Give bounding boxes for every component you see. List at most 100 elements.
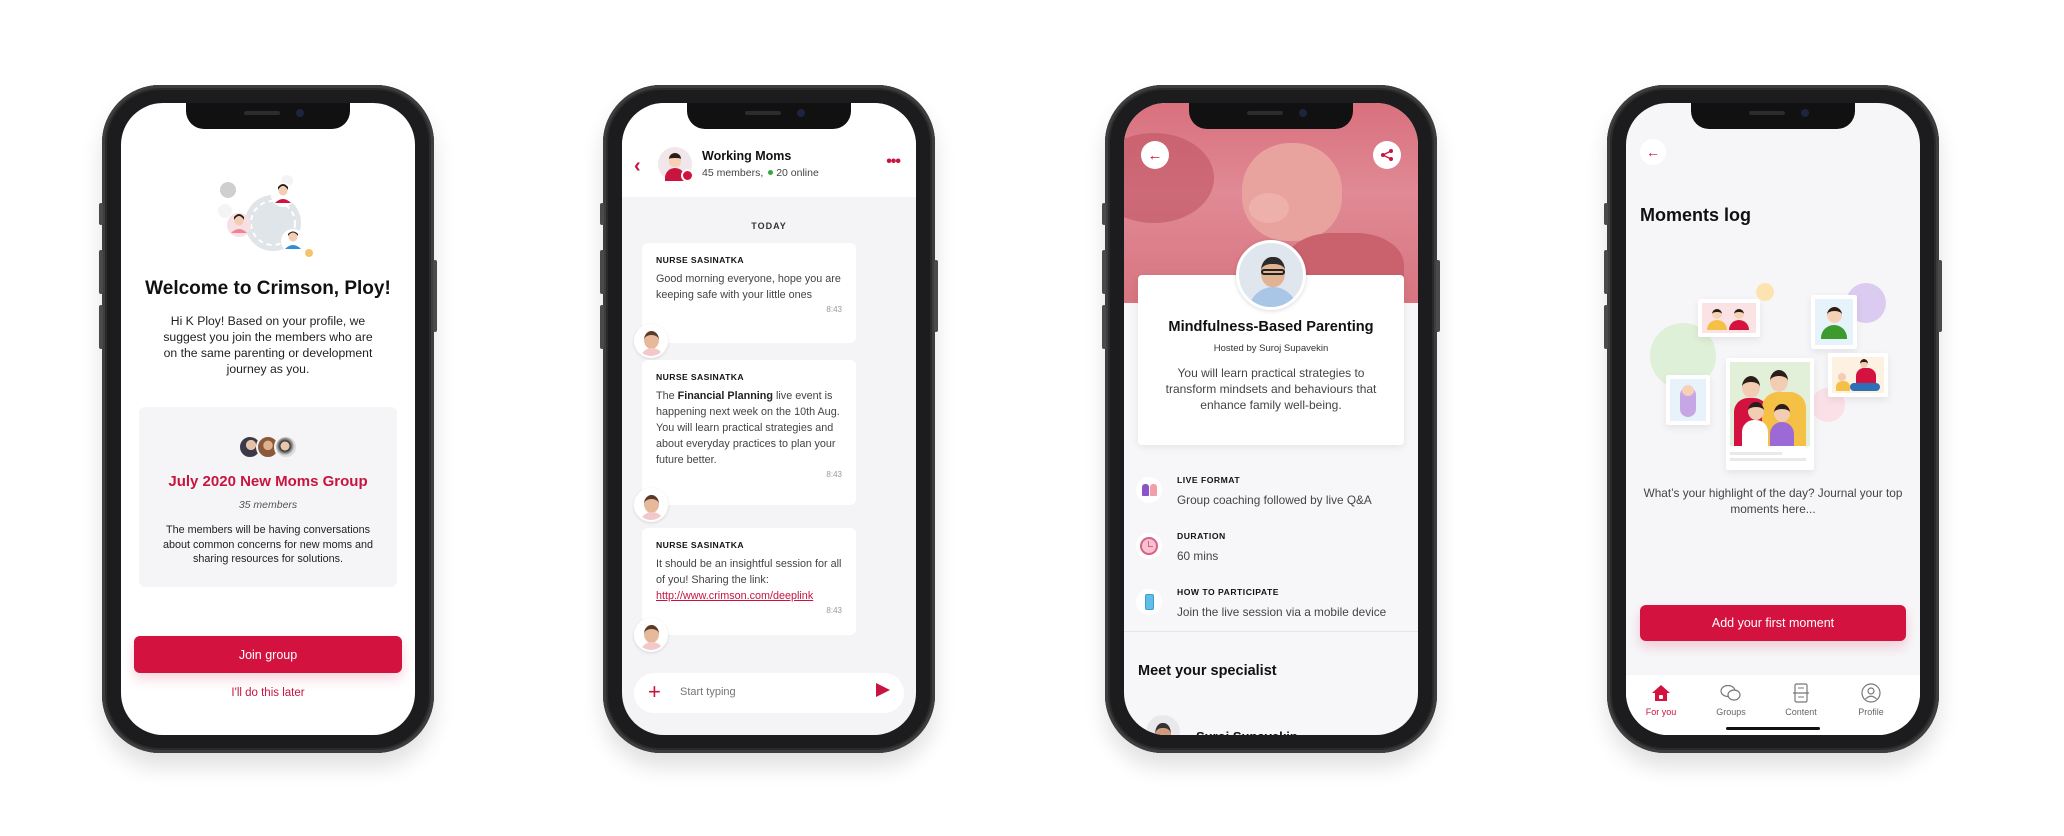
volume-up-button — [600, 250, 604, 294]
phone-group-chat: ‹ Working Moms 45 members, 20 online •••… — [600, 85, 938, 753]
chevron-left-icon[interactable]: ‹ — [634, 155, 641, 178]
notch — [1189, 103, 1353, 129]
screen-welcome: Welcome to Crimson, Ploy! Hi K Ploy! Bas… — [121, 103, 415, 735]
message-text: It should be an insightful session for a… — [656, 556, 842, 604]
member-avatar — [274, 435, 298, 459]
chat-message: NURSE SASINATKA It should be an insightf… — [642, 528, 856, 635]
community-illustration — [218, 175, 313, 257]
message-sender: NURSE SASINATKA — [656, 372, 744, 382]
message-text: Good morning everyone, hope you are keep… — [656, 273, 841, 301]
group-description: The members will be having conversations… — [162, 524, 374, 565]
online-indicator-icon — [768, 170, 774, 176]
moment-photo — [1666, 375, 1710, 425]
detail-live-format: LIVE FORMAT Group coaching followed by l… — [1136, 473, 1410, 519]
specialist-avatar[interactable] — [1146, 715, 1180, 735]
chat-message: NURSE SASINATKA The Financial Planning l… — [642, 360, 856, 505]
detail-duration: DURATION 60 mins — [1136, 529, 1410, 575]
specialist-name[interactable]: Suroj Supavekin — [1196, 729, 1298, 735]
group-member-count: 35 members — [238, 499, 298, 511]
sender-avatar[interactable] — [634, 488, 668, 522]
message-sender: NURSE SASINATKA — [656, 255, 744, 265]
volume-up-button — [99, 250, 103, 294]
tab-label: Profile — [1858, 707, 1884, 717]
section-title-specialist: Meet your specialist — [1138, 663, 1277, 679]
member-avatars — [238, 435, 298, 459]
do-later-link[interactable]: I'll do this later — [121, 687, 415, 699]
plus-icon[interactable]: + — [648, 680, 661, 704]
volume-down-button — [1102, 305, 1106, 349]
chat-bubbles-icon — [1696, 681, 1766, 705]
user-circle-icon — [1836, 681, 1906, 705]
power-button — [934, 260, 938, 332]
message-time: 8:43 — [826, 305, 842, 314]
detail-label: LIVE FORMAT — [1177, 475, 1241, 485]
screen-moments-log: ← Moments log What’s your highlight of t… — [1626, 103, 1920, 735]
message-composer: + — [634, 673, 904, 713]
notch — [186, 103, 350, 129]
volume-down-button — [1604, 305, 1608, 349]
sender-avatar[interactable] — [634, 618, 668, 652]
sender-avatar[interactable] — [634, 324, 668, 358]
event-host: Hosted by Suroj Supavekin — [1213, 343, 1329, 354]
share-icon[interactable] — [1373, 141, 1401, 169]
tab-profile[interactable]: Profile — [1836, 681, 1906, 717]
event-title: Mindfulness-Based Parenting — [1168, 319, 1374, 335]
home-icon — [1626, 681, 1696, 705]
detail-value: 60 mins — [1177, 549, 1219, 563]
volume-down-button — [99, 305, 103, 349]
silent-switch — [600, 203, 604, 225]
welcome-title: Welcome to Crimson, Ploy! — [145, 278, 391, 299]
volume-up-button — [1604, 250, 1608, 294]
group-meta: 45 members, 20 online — [702, 167, 819, 179]
detail-value: Group coaching followed by live Q&A — [1177, 493, 1372, 507]
people-icon — [1136, 477, 1162, 503]
volume-down-button — [600, 305, 604, 349]
suggested-group-card[interactable]: July 2020 New Moms Group 35 members The … — [139, 407, 397, 587]
group-title: Working Moms — [702, 149, 792, 163]
power-button — [1938, 260, 1942, 332]
moment-photo — [1698, 299, 1760, 337]
arrow-left-icon[interactable]: ← — [1640, 139, 1666, 165]
host-avatar[interactable] — [1236, 240, 1306, 310]
more-options-icon[interactable]: ••• — [886, 153, 901, 171]
power-button — [433, 260, 437, 332]
arrow-left-icon[interactable]: ← — [1141, 141, 1169, 169]
screen-group-chat: ‹ Working Moms 45 members, 20 online •••… — [622, 103, 916, 735]
message-input[interactable] — [680, 686, 840, 698]
member-count: 45 members, — [702, 167, 764, 179]
message-text-part: It should be an insightful session for a… — [656, 558, 842, 586]
detail-how-to-participate: HOW TO PARTICIPATE Join the live session… — [1136, 585, 1410, 631]
moment-photo — [1811, 295, 1857, 349]
tab-groups[interactable]: Groups — [1696, 681, 1766, 717]
phone-welcome: Welcome to Crimson, Ploy! Hi K Ploy! Bas… — [99, 85, 437, 753]
silent-switch — [99, 203, 103, 225]
send-icon[interactable] — [876, 683, 890, 697]
moments-description: What’s your highlight of the day? Journa… — [1643, 486, 1903, 516]
clock-icon — [1136, 533, 1162, 559]
silent-switch — [1604, 203, 1608, 225]
home-indicator[interactable] — [1726, 727, 1820, 730]
section-divider — [1124, 631, 1418, 632]
tab-content[interactable]: Content — [1766, 681, 1836, 717]
message-text-part: The — [656, 390, 678, 402]
silent-switch — [1102, 203, 1106, 225]
bottom-tab-bar: For you Groups Content Profile — [1626, 675, 1920, 735]
add-first-moment-button[interactable]: Add your first moment — [1640, 605, 1906, 641]
tab-label: Content — [1785, 707, 1817, 717]
moment-photo-family — [1726, 358, 1814, 470]
chat-message: NURSE SASINATKA Good morning everyone, h… — [642, 243, 856, 343]
detail-value: Join the live session via a mobile devic… — [1177, 605, 1387, 619]
phone-event-detail: ← Mindfulness-Based Parenting Hosted by … — [1102, 85, 1440, 753]
document-icon — [1766, 681, 1836, 705]
message-time: 8:43 — [826, 470, 842, 479]
notch — [687, 103, 851, 129]
group-avatar[interactable] — [658, 147, 694, 182]
moments-illustration — [1626, 263, 1920, 470]
moment-photo — [1828, 353, 1888, 397]
deeplink-link[interactable]: http://www.crimson.com/deeplink — [656, 590, 813, 602]
screen-event-detail: ← Mindfulness-Based Parenting Hosted by … — [1124, 103, 1418, 735]
tab-for-you[interactable]: For you — [1626, 681, 1696, 717]
join-group-button[interactable]: Join group — [134, 636, 402, 673]
event-name-bold: Financial Planning — [677, 390, 773, 402]
tab-label: For you — [1645, 707, 1677, 717]
